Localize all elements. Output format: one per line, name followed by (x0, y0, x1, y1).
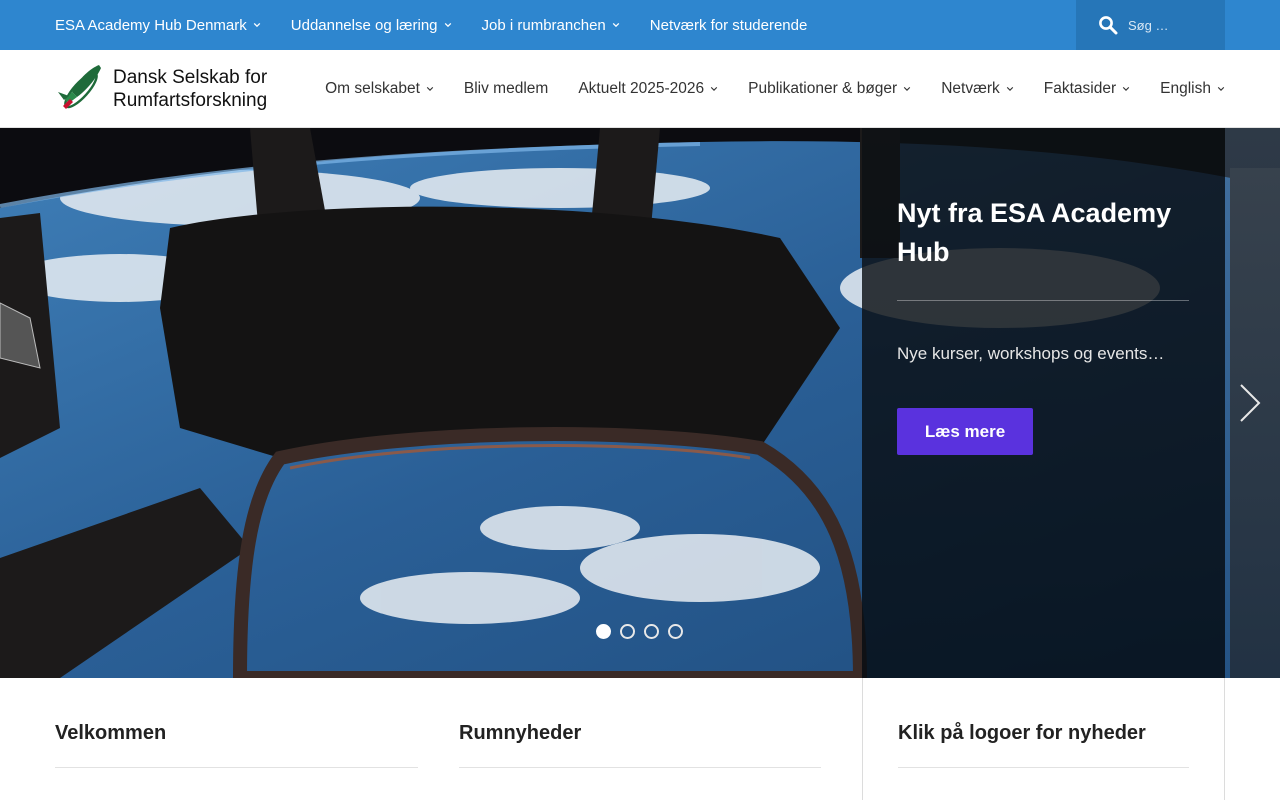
top-bar: ESA Academy Hub Denmark Uddannelse og læ… (0, 0, 1280, 50)
widget-divider (55, 767, 418, 768)
widget-title-rumnyheder: Rumnyheder (459, 722, 582, 744)
nav-item-label: Publikationer & bøger (748, 80, 898, 97)
nav-item-label: Aktuelt 2025-2026 (578, 80, 705, 97)
chevron-down-icon (904, 87, 911, 91)
nav-item-om-selskabet[interactable]: Om selskabet (325, 80, 434, 98)
hero-divider (897, 300, 1189, 301)
hero-slider: Nyt fra ESA Academy Hub Nye kurser, work… (0, 128, 1280, 678)
logo-text: Dansk Selskab for Rumfartsforskning (113, 66, 267, 112)
chevron-down-icon (1217, 87, 1225, 91)
nav-item-publikationer[interactable]: Publikationer & bøger (748, 80, 911, 98)
widget-divider (898, 767, 1189, 768)
topnav-item-label: Netværk for studerende (649, 16, 808, 34)
slide-dot-2[interactable] (620, 624, 635, 639)
nav-item-english[interactable]: English (1160, 80, 1225, 98)
widget-title-logoer: Klik på logoer for nyheder (898, 722, 1146, 744)
chevron-down-icon (1122, 87, 1130, 91)
chevron-down-icon (253, 22, 261, 28)
chevron-down-icon (444, 22, 451, 28)
main-nav: Om selskabet Bliv medlem Aktuelt 2025-20… (295, 50, 1225, 128)
topnav-item-label: Uddannelse og læring (290, 16, 438, 34)
logo-text-line2: Rumfartsforskning (113, 90, 268, 111)
nav-item-aktuelt[interactable]: Aktuelt 2025-2026 (578, 80, 718, 98)
nav-item-label: English (1160, 80, 1211, 97)
slide-dot-4[interactable] (668, 624, 683, 639)
nav-item-label: Netværk (941, 80, 1000, 97)
chevron-down-icon (426, 87, 434, 91)
topnav-item-uddannelse[interactable]: Uddannelse og læring (291, 17, 452, 34)
chevron-down-icon (710, 87, 718, 91)
logo-text-line1: Dansk Selskab for (113, 67, 268, 88)
slide-dot-1[interactable] (596, 624, 611, 639)
next-slide-arrow-icon[interactable] (1238, 383, 1262, 423)
chevron-down-icon (612, 22, 620, 28)
site-logo[interactable]: Dansk Selskab for Rumfartsforskning (55, 62, 267, 116)
main-header: Dansk Selskab for Rumfartsforskning Om s… (0, 50, 1280, 128)
hero-title: Nyt fra ESA Academy Hub (897, 198, 1172, 267)
search-box[interactable] (1076, 0, 1225, 50)
nav-item-faktasider[interactable]: Faktasider (1044, 80, 1130, 98)
slider-pagination (596, 624, 692, 639)
nav-item-label: Om selskabet (325, 80, 420, 97)
nav-item-netvaerk[interactable]: Netværk (941, 80, 1014, 98)
topnav-item-label: Job i rumbranchen (481, 16, 606, 34)
prev-slide-arrow-icon[interactable] (0, 383, 24, 423)
rocket-logo-icon (58, 65, 101, 109)
nav-item-label: Bliv medlem (463, 80, 549, 97)
nav-item-label: Faktasider (1043, 80, 1117, 97)
read-more-button[interactable]: Læs mere (897, 408, 1033, 455)
widget-title-velkommen: Velkommen (55, 722, 167, 744)
hero-description: Nye kurser, workshops og events… (897, 344, 1165, 363)
search-input[interactable] (1128, 17, 1223, 33)
topnav-item-label: ESA Academy Hub Denmark (55, 16, 247, 34)
topnav-item-netvaerk-studerende[interactable]: Netværk for studerende (650, 17, 808, 34)
top-nav: ESA Academy Hub Denmark Uddannelse og læ… (55, 0, 837, 50)
chevron-down-icon (1006, 87, 1013, 91)
topnav-item-esa-academy[interactable]: ESA Academy Hub Denmark (55, 17, 261, 34)
widget-divider (459, 767, 821, 768)
slide-dot-3[interactable] (644, 624, 659, 639)
nav-item-bliv-medlem[interactable]: Bliv medlem (464, 80, 548, 98)
topnav-item-job[interactable]: Job i rumbranchen (482, 17, 620, 34)
search-icon[interactable] (1098, 15, 1118, 35)
